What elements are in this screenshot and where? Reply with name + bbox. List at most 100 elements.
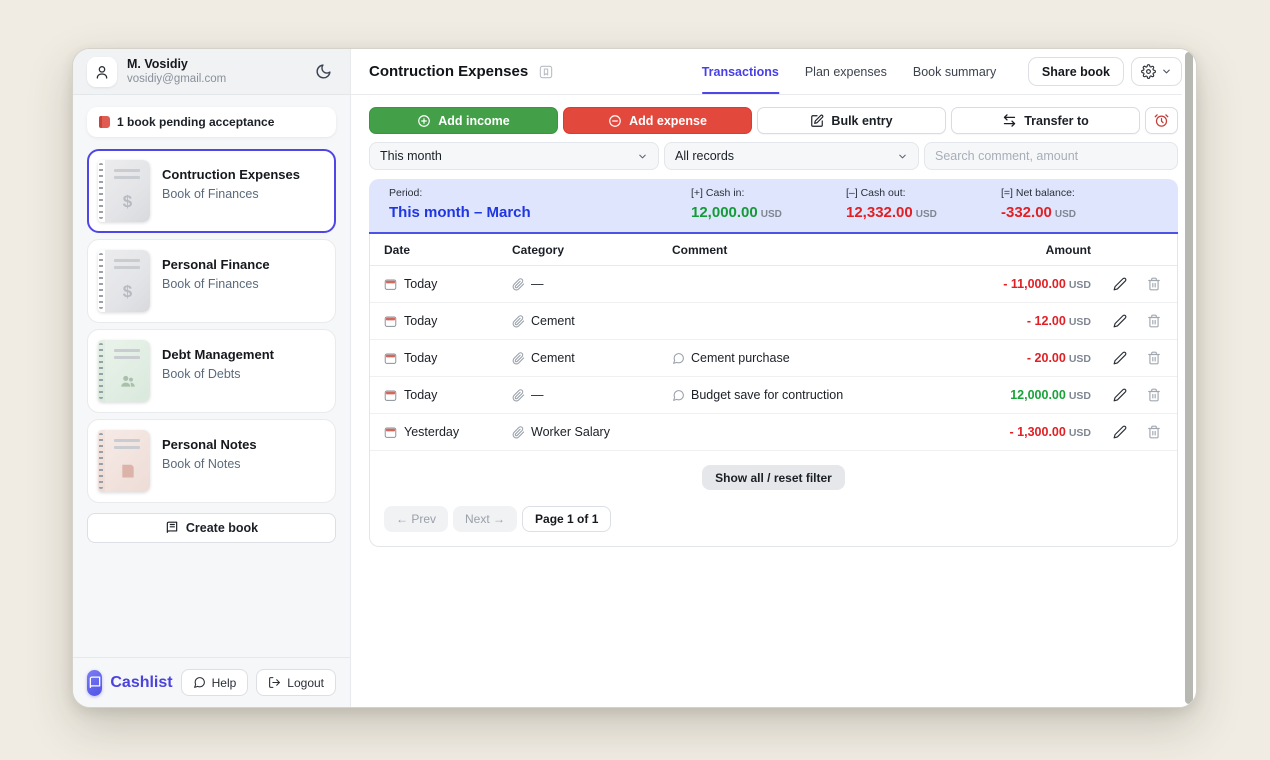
book-card-title: Contruction Expenses bbox=[162, 166, 300, 185]
calendar-icon bbox=[384, 352, 397, 365]
transfer-arrows-icon bbox=[1002, 113, 1017, 128]
edit-transaction-button[interactable] bbox=[1111, 349, 1129, 367]
book-card[interactable]: $ Personal Notes Book of Notes bbox=[87, 419, 336, 503]
edit-transaction-button[interactable] bbox=[1111, 423, 1129, 441]
tab-book-summary[interactable]: Book summary bbox=[913, 49, 996, 94]
gear-icon bbox=[1141, 64, 1156, 79]
book-card[interactable]: $ Personal Finance Book of Finances bbox=[87, 239, 336, 323]
bulk-entry-label: Bulk entry bbox=[831, 114, 892, 128]
book-header: Contruction Expenses Transactions Plan e… bbox=[351, 49, 1182, 95]
scheduled-transactions-button[interactable] bbox=[1145, 107, 1178, 134]
dark-mode-toggle[interactable] bbox=[311, 59, 336, 84]
period-select[interactable]: This month bbox=[369, 142, 659, 170]
alarm-clock-icon bbox=[1154, 113, 1169, 128]
transaction-amount: - 1,300.00USD bbox=[921, 425, 1091, 439]
add-expense-button[interactable]: Add expense bbox=[563, 107, 752, 134]
book-card-subtitle: Book of Notes bbox=[162, 455, 257, 473]
add-income-label: Add income bbox=[438, 114, 510, 128]
transaction-row[interactable]: Today Cement Cement purchase - 20.00USD bbox=[370, 340, 1177, 377]
period-select-value: This month bbox=[380, 149, 637, 163]
transaction-category: Cement bbox=[531, 314, 575, 328]
reset-filter-button[interactable]: Show all / reset filter bbox=[702, 465, 845, 490]
comment-bubble-icon bbox=[672, 352, 685, 365]
tab-transactions[interactable]: Transactions bbox=[702, 49, 779, 94]
create-book-button[interactable]: Create book bbox=[87, 513, 336, 543]
cash-in-label: [+] Cash in: bbox=[691, 186, 846, 202]
bulk-entry-button[interactable]: Bulk entry bbox=[757, 107, 946, 134]
transaction-date: Yesterday bbox=[404, 425, 459, 439]
book-card[interactable]: $ Debt Management Book of Debts bbox=[87, 329, 336, 413]
col-comment: Comment bbox=[672, 243, 921, 257]
actions-toolbar: Add income Add expense Bulk entry bbox=[369, 107, 1178, 134]
page-title: Contruction Expenses bbox=[369, 63, 528, 80]
transaction-row[interactable]: Today — Budget save for contruction 12,0… bbox=[370, 377, 1177, 414]
transaction-amount: - 12.00USD bbox=[921, 314, 1091, 328]
transactions-table: Date Category Comment Amount Today — bbox=[369, 234, 1178, 547]
book-thumbnail: $ bbox=[98, 430, 150, 492]
user-avatar bbox=[87, 57, 117, 87]
col-category: Category bbox=[512, 243, 672, 257]
edit-transaction-button[interactable] bbox=[1111, 312, 1129, 330]
net-balance-value: -332.00USD bbox=[1001, 202, 1076, 225]
add-income-button[interactable]: Add income bbox=[369, 107, 558, 134]
share-book-button[interactable]: Share book bbox=[1028, 57, 1124, 86]
book-card-title: Personal Notes bbox=[162, 436, 257, 455]
transfer-to-label: Transfer to bbox=[1024, 114, 1089, 128]
transaction-amount: - 11,000.00USD bbox=[921, 277, 1091, 291]
period-summary-bar: Period: This month – March [+] Cash in: … bbox=[369, 179, 1178, 234]
delete-transaction-button[interactable] bbox=[1145, 349, 1163, 367]
plus-circle-icon bbox=[417, 114, 431, 128]
delete-transaction-button[interactable] bbox=[1145, 312, 1163, 330]
transaction-row[interactable]: Today Cement - 12.00USD bbox=[370, 303, 1177, 340]
prev-page-button[interactable]: ← Prev bbox=[384, 506, 448, 532]
book-icon bbox=[165, 521, 179, 535]
book-card-title: Personal Finance bbox=[162, 256, 270, 275]
help-button[interactable]: Help bbox=[181, 669, 249, 696]
help-label: Help bbox=[212, 676, 237, 690]
cash-out-label: [–] Cash out: bbox=[846, 186, 1001, 202]
delete-transaction-button[interactable] bbox=[1145, 386, 1163, 404]
pending-books-banner[interactable]: 1 book pending acceptance bbox=[87, 107, 336, 137]
transaction-date: Today bbox=[404, 351, 437, 365]
filters-row: This month All records bbox=[369, 142, 1178, 170]
brand-name: Cashlist bbox=[110, 674, 172, 692]
logout-icon bbox=[268, 676, 281, 689]
transaction-row[interactable]: Yesterday Worker Salary - 1,300.00USD bbox=[370, 414, 1177, 451]
edit-transaction-button[interactable] bbox=[1111, 386, 1129, 404]
logout-button[interactable]: Logout bbox=[256, 669, 336, 696]
cash-in-value: 12,000.00USD bbox=[691, 202, 846, 225]
pagination: ← Prev Next → Page 1 of 1 bbox=[370, 506, 1177, 546]
delete-transaction-button[interactable] bbox=[1145, 423, 1163, 441]
book-settings-button[interactable] bbox=[1131, 57, 1182, 86]
paperclip-icon bbox=[512, 389, 525, 402]
transfer-to-button[interactable]: Transfer to bbox=[951, 107, 1140, 134]
edit-transaction-button[interactable] bbox=[1111, 275, 1129, 293]
records-select[interactable]: All records bbox=[664, 142, 919, 170]
search-input[interactable] bbox=[924, 142, 1178, 170]
cashlist-logo-icon bbox=[87, 670, 102, 696]
book-tabs: Transactions Plan expenses Book summary bbox=[702, 49, 997, 94]
logout-label: Logout bbox=[287, 676, 324, 690]
delete-transaction-button[interactable] bbox=[1145, 275, 1163, 293]
chevron-down-icon bbox=[637, 151, 648, 162]
comment-bubble-icon bbox=[672, 389, 685, 402]
chevron-down-icon bbox=[897, 151, 908, 162]
edit-box-icon bbox=[810, 114, 824, 128]
bookmark-icon[interactable] bbox=[538, 64, 554, 80]
book-thumbnail: $ bbox=[98, 340, 150, 402]
note-icon bbox=[119, 463, 136, 480]
add-expense-label: Add expense bbox=[629, 114, 707, 128]
red-book-icon bbox=[99, 116, 110, 128]
transaction-row[interactable]: Today — - 11,000.00USD bbox=[370, 266, 1177, 303]
transaction-category: Cement bbox=[531, 351, 575, 365]
main-panel: Contruction Expenses Transactions Plan e… bbox=[351, 49, 1196, 707]
window-scrollbar[interactable] bbox=[1185, 52, 1193, 704]
book-card[interactable]: $ Contruction Expenses Book of Finances bbox=[87, 149, 336, 233]
tab-plan-expenses[interactable]: Plan expenses bbox=[805, 49, 887, 94]
next-page-button[interactable]: Next → bbox=[453, 506, 517, 532]
book-card-subtitle: Book of Finances bbox=[162, 275, 270, 293]
help-chat-icon bbox=[193, 676, 206, 689]
user-email: vosidiy@gmail.com bbox=[127, 72, 301, 86]
person-icon bbox=[94, 64, 110, 80]
pending-books-label: 1 book pending acceptance bbox=[117, 115, 274, 129]
